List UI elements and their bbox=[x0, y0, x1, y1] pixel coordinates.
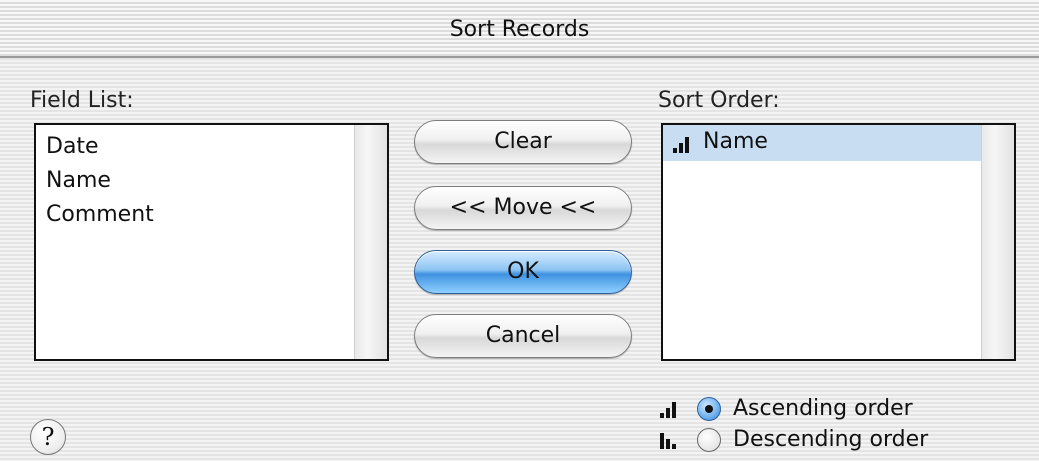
ascending-radio[interactable] bbox=[697, 397, 721, 421]
sort-order-box[interactable]: Name bbox=[661, 123, 1016, 361]
ascending-label: Ascending order bbox=[733, 396, 913, 421]
field-list-item[interactable]: Comment bbox=[36, 198, 387, 232]
cancel-button[interactable]: Cancel bbox=[414, 314, 632, 358]
descending-radio[interactable] bbox=[697, 428, 721, 452]
field-list-item[interactable]: Date bbox=[36, 130, 387, 164]
field-list-scrollbar[interactable] bbox=[354, 125, 387, 359]
descending-label: Descending order bbox=[733, 427, 929, 452]
ascending-bars-icon bbox=[673, 135, 691, 153]
ok-button[interactable]: OK bbox=[414, 250, 632, 294]
clear-button[interactable]: Clear bbox=[414, 120, 632, 164]
field-list-box[interactable]: Date Name Comment bbox=[34, 123, 389, 361]
field-list-item[interactable]: Name bbox=[36, 164, 387, 198]
descending-bars-icon bbox=[660, 431, 678, 449]
sort-order-item-label: Name bbox=[703, 129, 768, 154]
ascending-bars-icon bbox=[660, 400, 678, 418]
sort-order-item[interactable]: Name bbox=[663, 125, 981, 161]
sort-order-scrollbar[interactable] bbox=[981, 125, 1014, 359]
window-title: Sort Records bbox=[449, 17, 590, 42]
sort-order-label: Sort Order: bbox=[658, 88, 780, 113]
move-button[interactable]: << Move << bbox=[414, 186, 632, 230]
field-list-label: Field List: bbox=[30, 88, 134, 113]
help-icon[interactable]: ? bbox=[30, 419, 66, 455]
title-bar: Sort Records bbox=[0, 0, 1039, 58]
